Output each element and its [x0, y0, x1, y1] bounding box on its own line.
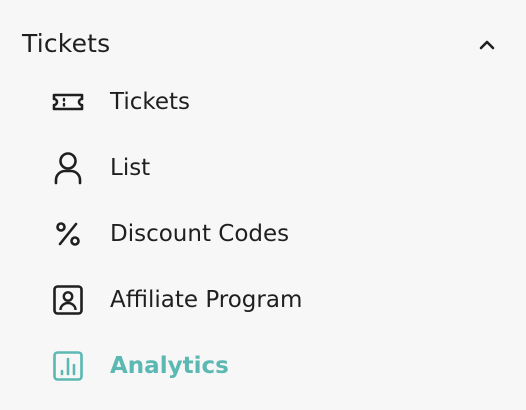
menu-item-label: Affiliate Program	[110, 287, 303, 313]
percent-icon	[52, 218, 84, 250]
chevron-up-icon[interactable]	[474, 32, 500, 58]
menu-item-label: List	[110, 155, 151, 181]
id-card-icon	[52, 284, 84, 316]
menu-item-label: Tickets	[110, 89, 191, 115]
menu-item-label: Analytics	[110, 353, 229, 379]
menu-item-tickets[interactable]: Tickets	[40, 74, 500, 130]
menu-item-affiliate-program[interactable]: Affiliate Program	[40, 272, 500, 328]
ticket-icon	[52, 86, 84, 118]
bar-chart-icon	[52, 350, 84, 382]
user-icon	[52, 152, 84, 185]
menu-item-discount-codes[interactable]: Discount Codes	[40, 206, 500, 262]
menu-item-label: Discount Codes	[110, 221, 290, 247]
tickets-nav-section: Tickets Tickets List Discount Codes Affi…	[0, 0, 526, 410]
section-title: Tickets	[22, 29, 111, 58]
menu-item-analytics[interactable]: Analytics	[40, 338, 500, 394]
menu-item-list[interactable]: List	[40, 140, 500, 196]
